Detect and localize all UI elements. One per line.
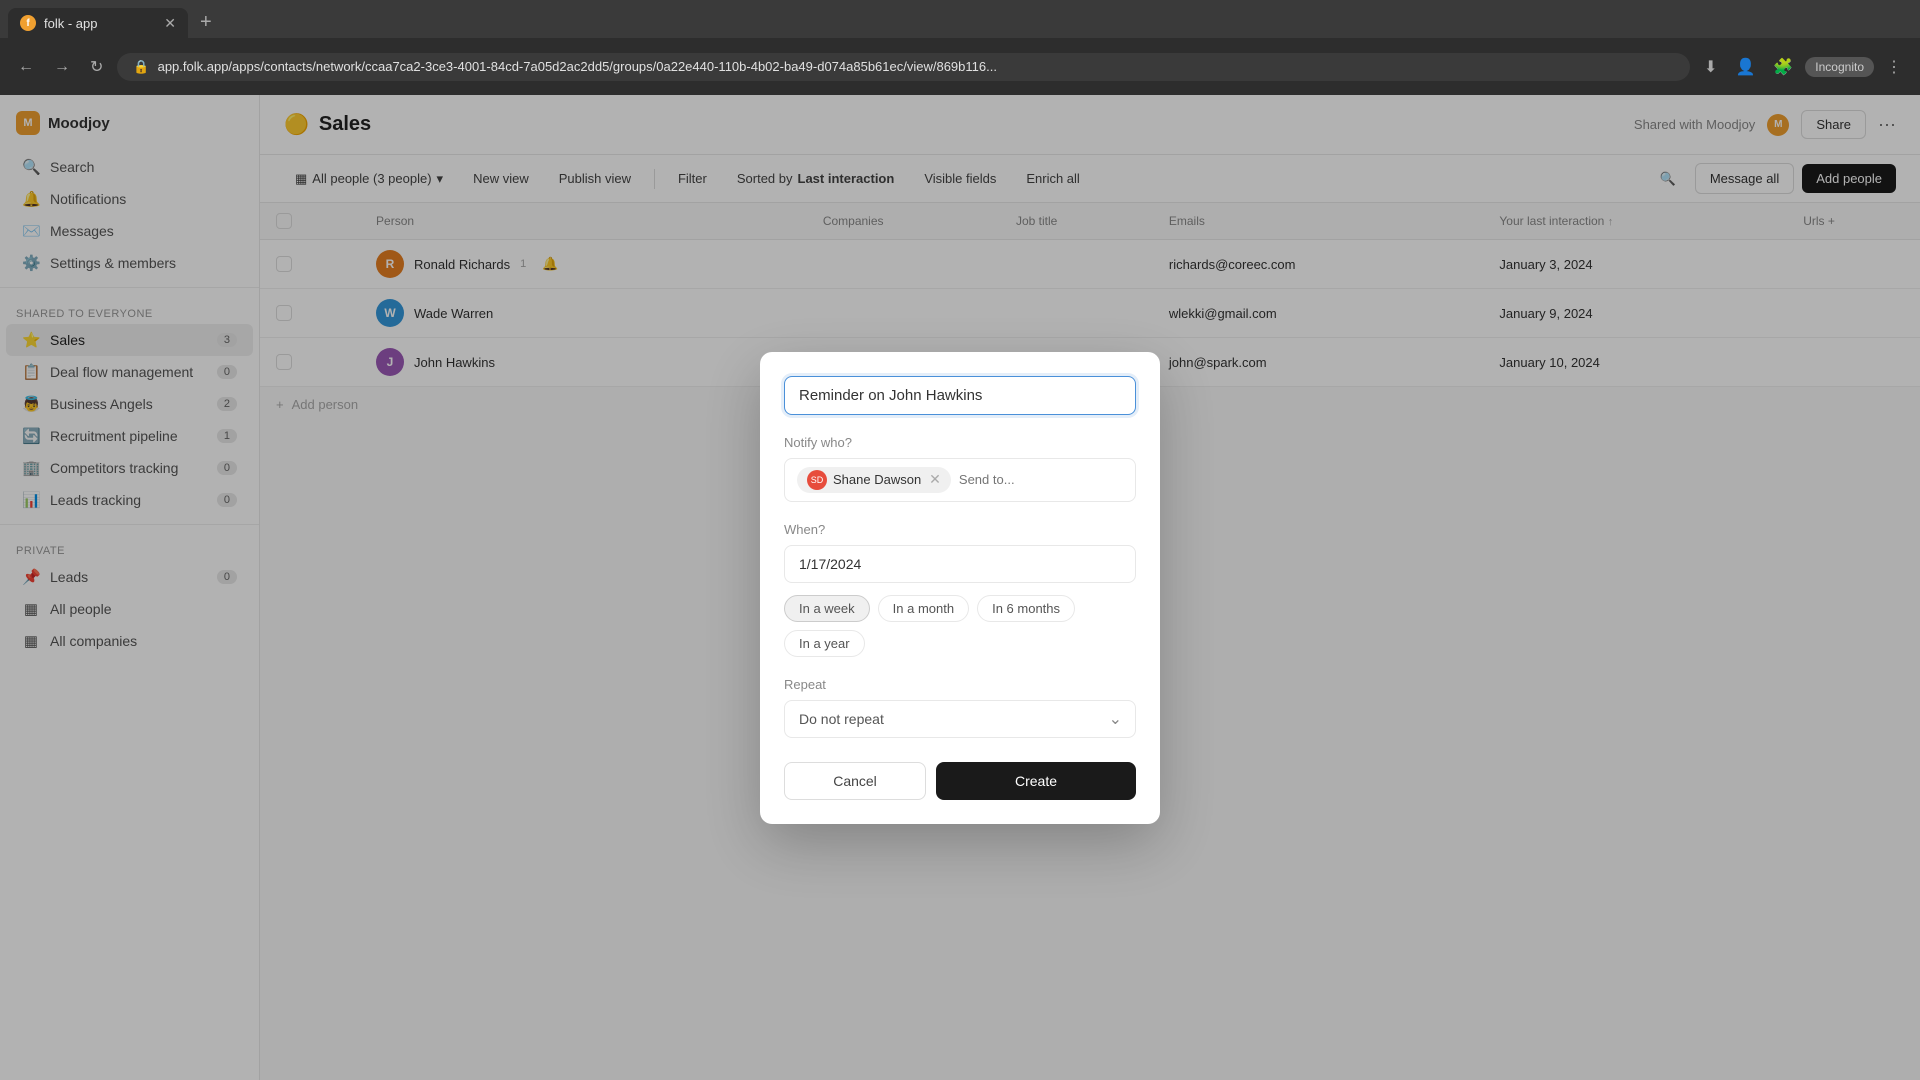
browser-chrome: f folk - app ✕ + ← → ↻ 🔒 app.folk.app/ap… [0, 0, 1920, 95]
user-tag-name: Shane Dawson [833, 472, 921, 487]
repeat-select-wrapper: Do not repeat Daily Weekly Monthly [784, 700, 1136, 738]
user-tag-remove-button[interactable]: ✕ [929, 471, 941, 488]
tab-close-button[interactable]: ✕ [164, 15, 176, 32]
modal-overlay: Notify who? SD Shane Dawson ✕ When? In a… [0, 95, 1920, 1080]
incognito-badge: Incognito [1805, 57, 1874, 77]
reminder-modal: Notify who? SD Shane Dawson ✕ When? In a… [760, 352, 1160, 824]
new-tab-button[interactable]: + [196, 7, 216, 38]
quick-btn-month[interactable]: In a month [878, 595, 969, 622]
modal-actions: Cancel Create [784, 762, 1136, 800]
send-to-input[interactable] [959, 472, 1123, 487]
address-bar[interactable]: 🔒 app.folk.app/apps/contacts/network/cca… [117, 53, 1690, 81]
profile-button[interactable]: 👤 [1729, 51, 1761, 83]
when-label: When? [784, 522, 1136, 537]
quick-btn-year[interactable]: In a year [784, 630, 865, 657]
user-tag-avatar: SD [807, 470, 827, 490]
notify-label: Notify who? [784, 435, 1136, 450]
browser-tabs: f folk - app ✕ + [0, 0, 1920, 38]
reload-button[interactable]: ↻ [84, 51, 109, 83]
repeat-select[interactable]: Do not repeat Daily Weekly Monthly [784, 700, 1136, 738]
nav-right: ⬇ 👤 🧩 Incognito ⋮ [1698, 51, 1908, 83]
create-button[interactable]: Create [936, 762, 1136, 800]
browser-nav: ← → ↻ 🔒 app.folk.app/apps/contacts/netwo… [0, 38, 1920, 95]
extension-button[interactable]: 🧩 [1767, 51, 1799, 83]
address-text: app.folk.app/apps/contacts/network/ccaa7… [158, 59, 1674, 74]
lock-icon: 🔒 [133, 59, 149, 75]
reminder-title-input[interactable] [784, 376, 1136, 415]
tab-favicon: f [20, 15, 36, 31]
forward-button[interactable]: → [48, 52, 76, 82]
download-button[interactable]: ⬇ [1698, 51, 1723, 83]
quick-date-buttons: In a week In a month In 6 months In a ye… [784, 595, 1136, 657]
quick-btn-week[interactable]: In a week [784, 595, 870, 622]
user-tag: SD Shane Dawson ✕ [797, 467, 951, 493]
repeat-label: Repeat [784, 677, 1136, 692]
quick-btn-6months[interactable]: In 6 months [977, 595, 1075, 622]
browser-tab[interactable]: f folk - app ✕ [8, 8, 188, 38]
repeat-section: Do not repeat Daily Weekly Monthly [784, 700, 1136, 738]
menu-button[interactable]: ⋮ [1880, 51, 1908, 83]
notify-field: SD Shane Dawson ✕ [784, 458, 1136, 502]
date-input[interactable] [784, 545, 1136, 583]
tab-label: folk - app [44, 16, 97, 31]
cancel-button[interactable]: Cancel [784, 762, 926, 800]
back-button[interactable]: ← [12, 52, 40, 82]
